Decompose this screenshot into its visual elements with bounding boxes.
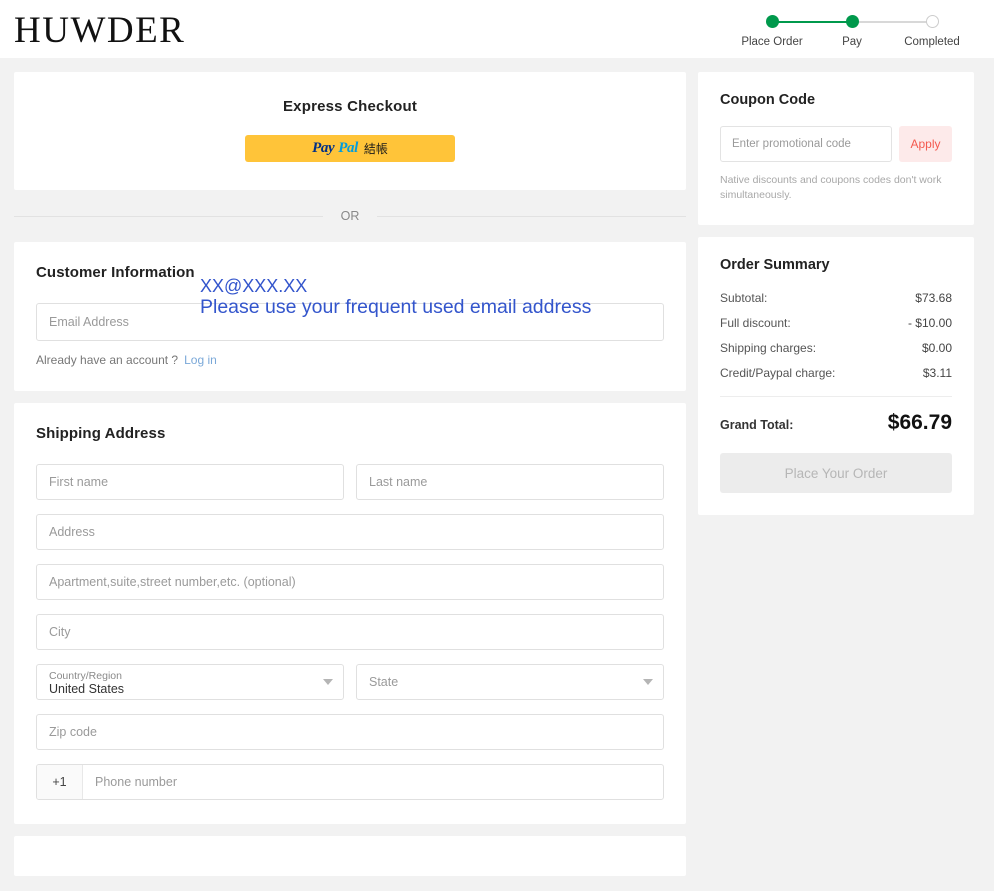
summary-row-shipping-charges: Shipping charges: $0.00 xyxy=(720,341,952,355)
summary-label: Credit/Paypal charge: xyxy=(720,366,836,381)
order-summary-title: Order Summary xyxy=(720,257,830,274)
grand-total-label: Grand Total: xyxy=(720,418,794,433)
step-label: Completed xyxy=(904,35,960,48)
last-name-input[interactable] xyxy=(356,464,664,500)
summary-value: $73.68 xyxy=(915,291,952,306)
step-completed: Completed xyxy=(852,14,972,48)
chevron-down-icon xyxy=(323,679,333,685)
phone-field-group: +1 xyxy=(36,764,664,800)
checkout-sidebar: Coupon Code Apply Native discounts and c… xyxy=(698,72,974,516)
country-region-select[interactable]: Country/Region United States xyxy=(36,664,344,700)
phone-row: +1 xyxy=(36,764,664,800)
paypal-button-suffix: 結帳 xyxy=(363,142,388,156)
address-row xyxy=(36,514,664,550)
chevron-down-icon xyxy=(643,679,653,685)
apply-coupon-button[interactable]: Apply xyxy=(899,126,952,162)
express-checkout-card: Express Checkout Pay Pal 結帳 xyxy=(14,72,686,190)
card-gap xyxy=(14,391,686,403)
divider-line-right xyxy=(377,215,686,217)
grand-total-value: $66.79 xyxy=(887,411,952,435)
country-region-value: United States xyxy=(49,681,125,696)
grand-total-row: Grand Total: $66.79 xyxy=(720,411,952,435)
step-dot-done xyxy=(765,14,779,28)
summary-value: $3.11 xyxy=(922,366,952,381)
step-connector xyxy=(772,20,852,23)
state-select[interactable]: State xyxy=(356,664,664,700)
checkout-main-column: Express Checkout Pay Pal 結帳 OR Customer I… xyxy=(14,72,686,824)
checkout-stepper: Place Order Pay Completed xyxy=(732,11,972,48)
existing-account-line: Already have an account ? Log in xyxy=(36,353,664,367)
country-region-select-wrapper: Country/Region United States xyxy=(36,664,344,700)
name-row xyxy=(36,464,664,500)
summary-value: - $10.00 xyxy=(907,316,952,331)
or-divider: OR xyxy=(14,190,686,242)
summary-label: Full discount: xyxy=(720,316,791,331)
email-field-row xyxy=(36,303,664,341)
next-section-card-partial xyxy=(14,836,686,876)
step-dot-done xyxy=(845,14,859,28)
address-input[interactable] xyxy=(36,514,664,550)
site-header: HUWDER Place Order Pay Completed xyxy=(0,0,994,58)
step-dot-pending xyxy=(925,14,939,28)
paypal-logo-pay: Pay xyxy=(312,140,335,156)
step-label: Place Order xyxy=(741,35,803,48)
city-row xyxy=(36,614,664,650)
coupon-note: Native discounts and coupons codes don't… xyxy=(720,174,942,202)
country-region-label: Country/Region xyxy=(49,669,122,682)
step-place-order: Place Order xyxy=(732,14,812,48)
zip-code-input[interactable] xyxy=(36,714,664,750)
email-input[interactable] xyxy=(36,303,664,341)
coupon-code-title: Coupon Code xyxy=(720,92,816,108)
paypal-logo-pal: Pal xyxy=(338,140,358,156)
phone-number-input[interactable] xyxy=(83,765,663,799)
step-connector xyxy=(852,20,932,23)
summary-row-credit-paypal-charge: Credit/Paypal charge: $3.11 xyxy=(720,366,952,380)
shipping-address-title: Shipping Address xyxy=(36,425,166,442)
summary-value: $0.00 xyxy=(921,341,952,356)
step-label: Pay xyxy=(842,35,862,48)
express-checkout-title: Express Checkout xyxy=(282,98,418,115)
state-placeholder: State xyxy=(369,675,399,689)
customer-information-card: Customer Information Already have an acc… xyxy=(14,242,686,391)
phone-country-code[interactable]: +1 xyxy=(37,765,83,799)
order-summary-card: Order Summary Subtotal: $73.68 Full disc… xyxy=(698,237,974,516)
summary-row-full-discount: Full discount: - $10.00 xyxy=(720,316,952,330)
coupon-code-card: Coupon Code Apply Native discounts and c… xyxy=(698,72,974,226)
promo-code-input[interactable] xyxy=(720,126,892,162)
divider-line-left xyxy=(14,215,323,217)
or-label: OR xyxy=(340,209,360,223)
apartment-input[interactable] xyxy=(36,564,664,600)
paypal-checkout-button[interactable]: Pay Pal 結帳 xyxy=(245,135,455,162)
step-pay: Pay xyxy=(772,14,892,48)
place-your-order-button[interactable]: Place Your Order xyxy=(720,453,952,494)
summary-label: Shipping charges: xyxy=(720,341,817,356)
city-input[interactable] xyxy=(36,614,664,650)
checkout-layout: Express Checkout Pay Pal 結帳 OR Customer I… xyxy=(0,58,994,824)
state-select-wrapper: State xyxy=(356,664,664,700)
zip-row xyxy=(36,714,664,750)
brand-logo[interactable]: HUWDER xyxy=(14,10,185,49)
summary-label: Subtotal: xyxy=(720,291,768,306)
shipping-address-card: Shipping Address Country/Region United S… xyxy=(14,403,686,824)
apartment-row xyxy=(36,564,664,600)
customer-information-title: Customer Information xyxy=(36,264,195,281)
summary-separator xyxy=(720,396,952,398)
summary-row-subtotal: Subtotal: $73.68 xyxy=(720,291,952,305)
country-state-row: Country/Region United States State xyxy=(36,664,664,700)
sidebar-card-gap xyxy=(698,225,974,238)
coupon-input-row: Apply xyxy=(720,126,952,162)
existing-account-question: Already have an account ? xyxy=(36,353,179,367)
log-in-link[interactable]: Log in xyxy=(184,353,217,367)
first-name-input[interactable] xyxy=(36,464,344,500)
